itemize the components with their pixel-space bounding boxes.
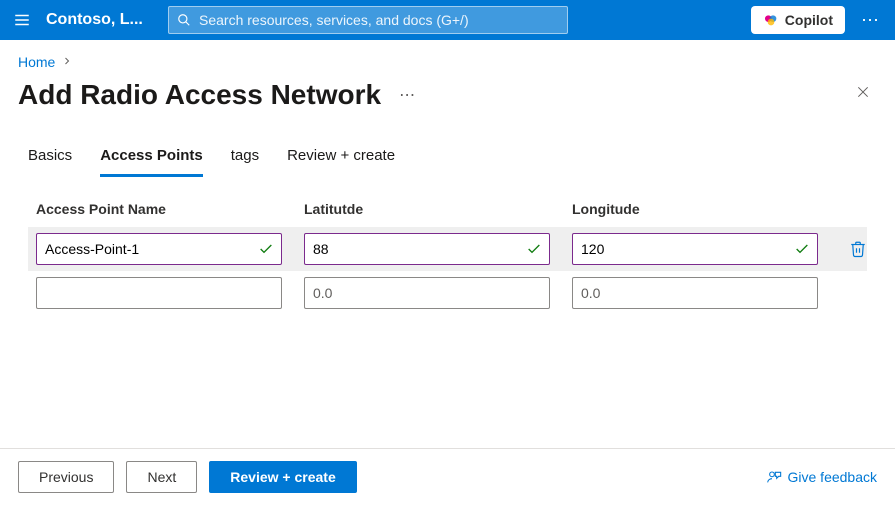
grid-row [28,271,867,315]
page-title: Add Radio Access Network [18,79,381,111]
review-create-button[interactable]: Review + create [209,461,356,493]
previous-button[interactable]: Previous [18,461,114,493]
latitude-input[interactable] [304,277,550,309]
chevron-right-icon [61,54,73,70]
next-button[interactable]: Next [126,461,197,493]
search-icon [177,13,191,27]
grid-row [28,227,867,271]
copilot-label: Copilot [785,12,833,28]
trash-icon [849,240,867,258]
tab-tags[interactable]: tags [231,147,259,177]
breadcrumb-home-link[interactable]: Home [18,54,55,70]
longitude-input[interactable] [572,233,818,265]
copilot-icon [763,12,779,28]
longitude-input[interactable] [572,277,818,309]
hamburger-menu-icon[interactable] [10,8,34,32]
breadcrumb: Home [0,40,895,76]
page-more-button[interactable]: ⋯ [399,85,417,105]
wizard-footer: Previous Next Review + create Give feedb… [0,448,895,505]
global-search-input[interactable] [199,12,559,28]
latitude-input[interactable] [304,233,550,265]
copilot-button[interactable]: Copilot [751,6,845,34]
tab-review-create[interactable]: Review + create [287,147,395,177]
col-header-latitude: Latitutde [304,201,564,217]
valid-check-icon [256,239,276,259]
col-header-name: Access Point Name [36,201,296,217]
feedback-person-icon [766,469,782,485]
topbar-more-button[interactable]: ⋯ [857,10,885,31]
access-point-name-input[interactable] [36,277,282,309]
give-feedback-link[interactable]: Give feedback [766,469,878,485]
tab-access-points[interactable]: Access Points [100,147,203,177]
valid-check-icon [792,239,812,259]
access-points-grid: Access Point Name Latitutde Longitude [0,177,895,315]
global-search[interactable] [168,6,568,34]
wizard-tabs: Basics Access Points tags Review + creat… [0,123,895,177]
close-blade-button[interactable] [849,78,877,111]
tenant-name[interactable]: Contoso, L... [46,11,156,29]
grid-header-row: Access Point Name Latitutde Longitude [28,201,867,227]
col-header-longitude: Longitude [572,201,832,217]
delete-row-button[interactable] [840,240,876,258]
give-feedback-label: Give feedback [788,469,878,485]
page-header: Add Radio Access Network ⋯ [0,76,895,123]
tab-basics[interactable]: Basics [28,147,72,177]
valid-check-icon [524,239,544,259]
access-point-name-input[interactable] [36,233,282,265]
global-topbar: Contoso, L... Copilot ⋯ [0,0,895,40]
